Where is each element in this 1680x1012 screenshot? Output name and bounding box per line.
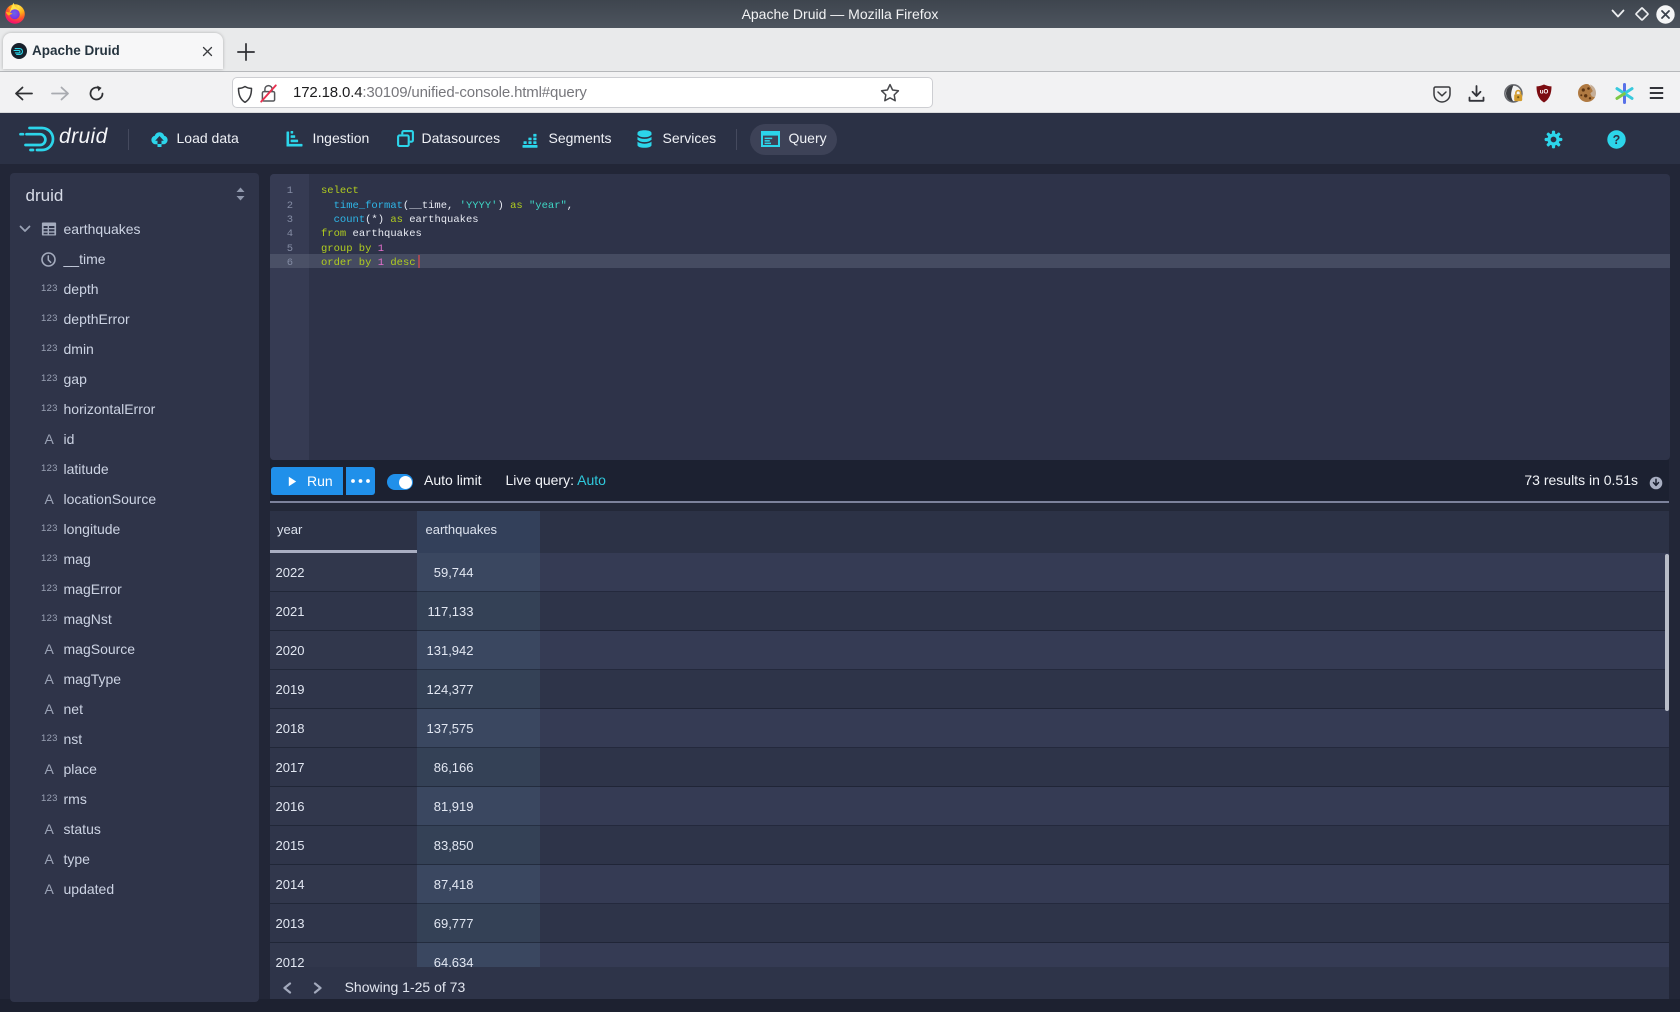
svg-text:uO: uO xyxy=(1539,89,1548,96)
svg-text:?: ? xyxy=(1613,133,1621,147)
